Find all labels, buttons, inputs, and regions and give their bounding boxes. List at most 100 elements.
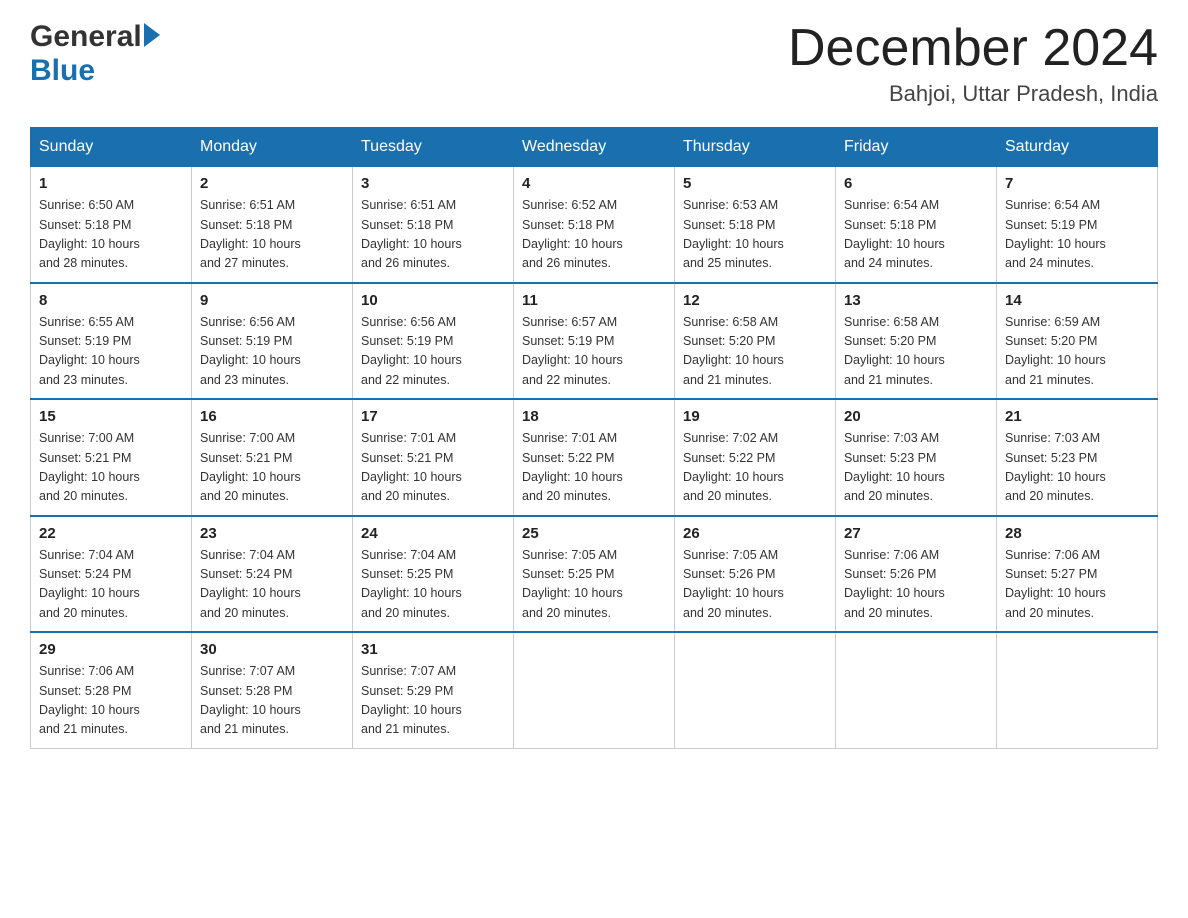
weekday-header-friday: Friday [836,128,997,167]
day-number: 24 [361,525,505,542]
day-info: Sunrise: 7:04 AMSunset: 5:25 PMDaylight:… [361,546,505,624]
day-info: Sunrise: 7:00 AMSunset: 5:21 PMDaylight:… [200,429,344,507]
table-row: 3 Sunrise: 6:51 AMSunset: 5:18 PMDaylight… [353,167,514,283]
day-info: Sunrise: 7:01 AMSunset: 5:22 PMDaylight:… [522,429,666,507]
day-number: 8 [39,292,183,309]
day-info: Sunrise: 7:04 AMSunset: 5:24 PMDaylight:… [39,546,183,624]
day-number: 12 [683,292,827,309]
day-info: Sunrise: 7:05 AMSunset: 5:26 PMDaylight:… [683,546,827,624]
table-row: 10 Sunrise: 6:56 AMSunset: 5:19 PMDayligh… [353,283,514,400]
day-info: Sunrise: 7:05 AMSunset: 5:25 PMDaylight:… [522,546,666,624]
weekday-header-row: SundayMondayTuesdayWednesdayThursdayFrid… [31,128,1158,167]
table-row: 19Sunrise: 7:02 AMSunset: 5:22 PMDayligh… [675,399,836,516]
day-number: 6 [844,175,988,192]
day-number: 27 [844,525,988,542]
weekday-header-wednesday: Wednesday [514,128,675,167]
day-info: Sunrise: 7:07 AMSunset: 5:28 PMDaylight:… [200,662,344,740]
table-row: 4 Sunrise: 6:52 AMSunset: 5:18 PMDaylight… [514,167,675,283]
day-number: 18 [522,408,666,425]
table-row: 25Sunrise: 7:05 AMSunset: 5:25 PMDayligh… [514,516,675,633]
table-row: 31 Sunrise: 7:07 AMSunset: 5:29 PMDayligh… [353,632,514,748]
table-row [514,632,675,748]
table-row: 8 Sunrise: 6:55 AMSunset: 5:19 PMDaylight… [31,283,192,400]
day-info: Sunrise: 6:51 AMSunset: 5:18 PMDaylight:… [200,196,344,274]
weekday-header-saturday: Saturday [997,128,1158,167]
day-info: Sunrise: 6:57 AMSunset: 5:19 PMDaylight:… [522,313,666,391]
day-info: Sunrise: 6:52 AMSunset: 5:18 PMDaylight:… [522,196,666,274]
day-info: Sunrise: 7:01 AMSunset: 5:21 PMDaylight:… [361,429,505,507]
table-row: 28Sunrise: 7:06 AMSunset: 5:27 PMDayligh… [997,516,1158,633]
day-number: 15 [39,408,183,425]
day-number: 30 [200,641,344,658]
day-info: Sunrise: 6:56 AMSunset: 5:19 PMDaylight:… [361,313,505,391]
table-row [836,632,997,748]
day-info: Sunrise: 6:55 AMSunset: 5:19 PMDaylight:… [39,313,183,391]
day-number: 5 [683,175,827,192]
location: Bahjoi, Uttar Pradesh, India [788,81,1158,107]
day-number: 17 [361,408,505,425]
calendar-week-5: 29Sunrise: 7:06 AMSunset: 5:28 PMDayligh… [31,632,1158,748]
day-number: 4 [522,175,666,192]
calendar-table: SundayMondayTuesdayWednesdayThursdayFrid… [30,127,1158,749]
day-number: 14 [1005,292,1149,309]
logo-blue-text: Blue [30,54,95,88]
table-row: 18 Sunrise: 7:01 AMSunset: 5:22 PMDayligh… [514,399,675,516]
table-row: 7Sunrise: 6:54 AMSunset: 5:19 PMDaylight… [997,167,1158,283]
day-number: 29 [39,641,183,658]
table-row: 23 Sunrise: 7:04 AMSunset: 5:24 PMDayligh… [192,516,353,633]
day-number: 10 [361,292,505,309]
table-row: 13Sunrise: 6:58 AMSunset: 5:20 PMDayligh… [836,283,997,400]
weekday-header-monday: Monday [192,128,353,167]
table-row: 14 Sunrise: 6:59 AMSunset: 5:20 PMDayligh… [997,283,1158,400]
month-title: December 2024 [788,20,1158,77]
weekday-header-thursday: Thursday [675,128,836,167]
day-info: Sunrise: 7:03 AMSunset: 5:23 PMDaylight:… [1005,429,1149,507]
table-row: 15Sunrise: 7:00 AMSunset: 5:21 PMDayligh… [31,399,192,516]
page-header: General Blue December 2024 Bahjoi, Uttar… [30,20,1158,107]
day-number: 3 [361,175,505,192]
table-row: 30 Sunrise: 7:07 AMSunset: 5:28 PMDayligh… [192,632,353,748]
day-number: 7 [1005,175,1149,192]
day-info: Sunrise: 7:04 AMSunset: 5:24 PMDaylight:… [200,546,344,624]
day-number: 16 [200,408,344,425]
table-row: 29Sunrise: 7:06 AMSunset: 5:28 PMDayligh… [31,632,192,748]
table-row: 27 Sunrise: 7:06 AMSunset: 5:26 PMDayligh… [836,516,997,633]
day-info: Sunrise: 6:56 AMSunset: 5:19 PMDaylight:… [200,313,344,391]
calendar-week-1: 1 Sunrise: 6:50 AMSunset: 5:18 PMDaylight… [31,167,1158,283]
day-number: 21 [1005,408,1149,425]
day-number: 22 [39,525,183,542]
day-info: Sunrise: 7:03 AMSunset: 5:23 PMDaylight:… [844,429,988,507]
day-number: 23 [200,525,344,542]
title-block: December 2024 Bahjoi, Uttar Pradesh, Ind… [788,20,1158,107]
table-row [997,632,1158,748]
day-info: Sunrise: 6:50 AMSunset: 5:18 PMDaylight:… [39,196,183,274]
table-row: 1 Sunrise: 6:50 AMSunset: 5:18 PMDaylight… [31,167,192,283]
day-number: 9 [200,292,344,309]
weekday-header-tuesday: Tuesday [353,128,514,167]
table-row: 2 Sunrise: 6:51 AMSunset: 5:18 PMDaylight… [192,167,353,283]
table-row: 21 Sunrise: 7:03 AMSunset: 5:23 PMDayligh… [997,399,1158,516]
day-info: Sunrise: 7:07 AMSunset: 5:29 PMDaylight:… [361,662,505,740]
calendar-week-4: 22 Sunrise: 7:04 AMSunset: 5:24 PMDayligh… [31,516,1158,633]
table-row: 16 Sunrise: 7:00 AMSunset: 5:21 PMDayligh… [192,399,353,516]
day-info: Sunrise: 7:06 AMSunset: 5:26 PMDaylight:… [844,546,988,624]
table-row [675,632,836,748]
day-number: 13 [844,292,988,309]
calendar-week-2: 8 Sunrise: 6:55 AMSunset: 5:19 PMDaylight… [31,283,1158,400]
calendar-week-3: 15 Sunrise: 7:00 AMSunset: 5:21 PMDayligh… [31,399,1158,516]
day-number: 26 [683,525,827,542]
day-info: Sunrise: 6:59 AMSunset: 5:20 PMDaylight:… [1005,313,1149,391]
day-info: Sunrise: 6:51 AMSunset: 5:18 PMDaylight:… [361,196,505,274]
table-row: 11 Sunrise: 6:57 AMSunset: 5:19 PMDayligh… [514,283,675,400]
table-row: 17 Sunrise: 7:01 AMSunset: 5:21 PMDayligh… [353,399,514,516]
day-number: 11 [522,292,666,309]
weekday-header-sunday: Sunday [31,128,192,167]
table-row: 20 Sunrise: 7:03 AMSunset: 5:23 PMDayligh… [836,399,997,516]
table-row: 24 Sunrise: 7:04 AMSunset: 5:25 PMDayligh… [353,516,514,633]
day-number: 31 [361,641,505,658]
table-row: 22 Sunrise: 7:04 AMSunset: 5:24 PMDayligh… [31,516,192,633]
day-number: 2 [200,175,344,192]
day-number: 20 [844,408,988,425]
table-row: 9 Sunrise: 6:56 AMSunset: 5:19 PMDaylight… [192,283,353,400]
day-number: 1 [39,175,183,192]
